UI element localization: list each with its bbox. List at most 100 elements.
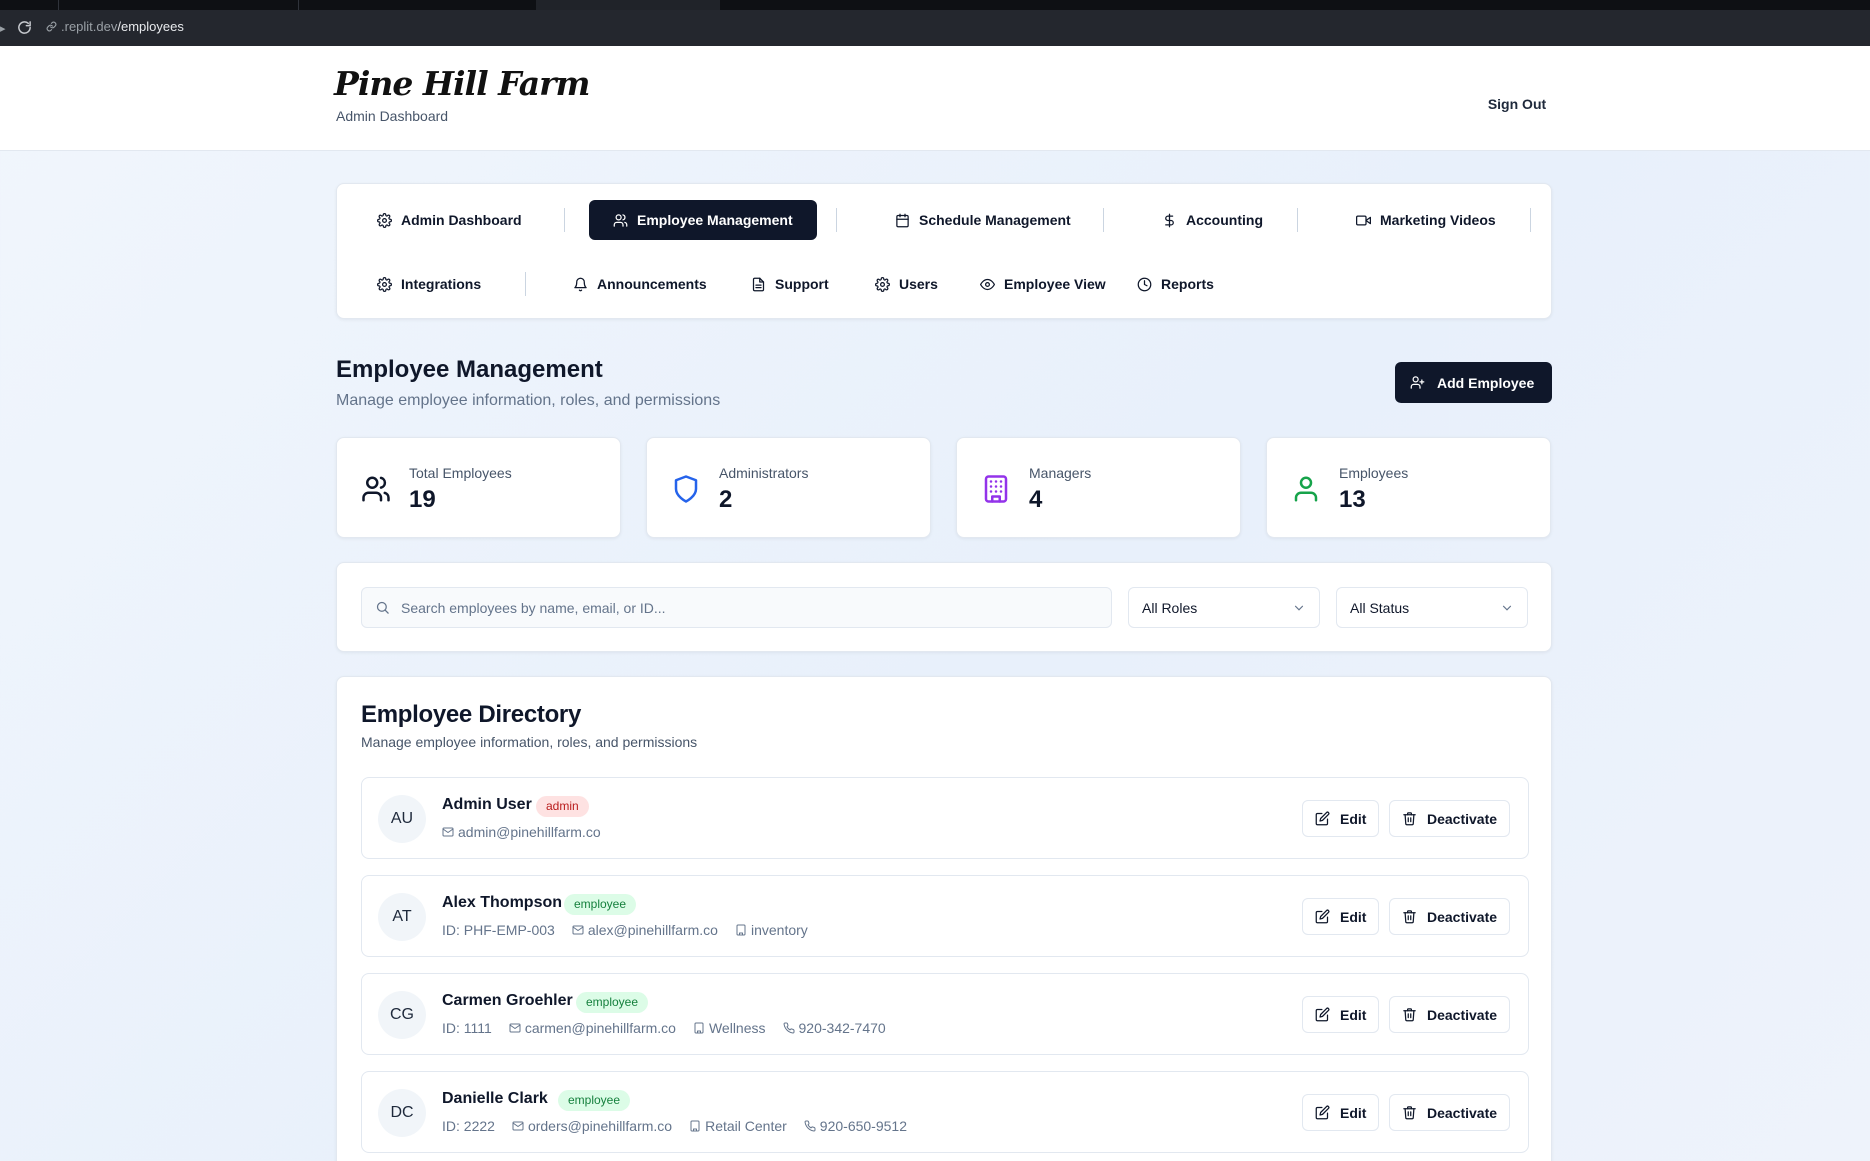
app-header: Pine Hill Farm Admin Dashboard Sign Out [0, 46, 1870, 151]
browser-address-bar: ▸ .replit.dev/employees [0, 10, 1870, 46]
edit-button[interactable]: Edit [1302, 898, 1380, 935]
avatar: AT [378, 893, 426, 941]
nav-accounting[interactable]: Accounting [1149, 200, 1276, 240]
main-navigation: Admin Dashboard Employee Management Sche… [336, 183, 1552, 319]
tab-separator [298, 0, 299, 10]
nav-label: Users [899, 276, 938, 292]
nav-label: Integrations [401, 276, 482, 292]
deactivate-button[interactable]: Deactivate [1389, 898, 1511, 935]
nav-admin-dashboard[interactable]: Admin Dashboard [364, 200, 535, 240]
deactivate-label: Deactivate [1427, 1104, 1498, 1121]
stat-value: 13 [1339, 486, 1366, 513]
employee-name: Danielle Clark [442, 1090, 548, 1107]
status-filter-select[interactable]: All Status [1336, 587, 1528, 628]
phone-item: 920-342-7470 [783, 1020, 886, 1036]
stat-card-administrators: Administrators 2 [646, 437, 931, 538]
nav-reports[interactable]: Reports [1124, 264, 1227, 304]
mail-icon [442, 826, 454, 838]
employee-id: ID: 2222 [442, 1118, 495, 1134]
nav-divider [1103, 208, 1104, 232]
deactivate-button[interactable]: Deactivate [1389, 996, 1511, 1033]
deactivate-label: Deactivate [1427, 1006, 1498, 1023]
email-item: carmen@pinehillfarm.co [509, 1020, 676, 1036]
building-icon [981, 474, 1011, 504]
employee-email: carmen@pinehillfarm.co [524, 1020, 676, 1036]
stat-value: 2 [719, 486, 733, 513]
phone-item: 920-650-9512 [804, 1118, 907, 1134]
edit-label: Edit [1340, 908, 1367, 925]
edit-button[interactable]: Edit [1302, 996, 1380, 1033]
employee-department: Retail Center [705, 1118, 787, 1134]
nav-divider [564, 208, 565, 232]
dollar-icon [1162, 213, 1177, 228]
nav-employee-view[interactable]: Employee View [967, 264, 1119, 304]
stat-card-managers: Managers 4 [956, 437, 1241, 538]
nav-support[interactable]: Support [738, 264, 842, 304]
add-employee-button[interactable]: Add Employee [1395, 362, 1552, 403]
nav-integrations[interactable]: Integrations [364, 264, 494, 304]
employee-email: orders@pinehillfarm.co [527, 1118, 673, 1134]
employee-email: alex@pinehillfarm.co [587, 922, 718, 938]
nav-employee-management[interactable]: Employee Management [589, 200, 817, 240]
nav-divider [1297, 208, 1298, 232]
employee-name: Carmen Groehler [442, 992, 573, 1009]
employee-department: Wellness [708, 1020, 766, 1036]
department-item: inventory [735, 922, 808, 938]
deactivate-button[interactable]: Deactivate [1389, 800, 1511, 837]
role-filter-select[interactable]: All Roles [1128, 587, 1320, 628]
document-icon [751, 277, 766, 292]
search-input[interactable] [401, 599, 1081, 616]
search-box [361, 587, 1112, 628]
clock-icon [1137, 277, 1152, 292]
chevron-down-icon [1500, 601, 1514, 615]
tab-separator [58, 0, 59, 10]
building-icon [693, 1022, 705, 1034]
brand-logo[interactable]: Pine Hill Farm [334, 64, 590, 103]
gear-icon [377, 212, 392, 228]
url-field[interactable]: .replit.dev/employees [46, 19, 184, 34]
stat-label: Total Employees [409, 465, 512, 481]
role-badge: employee [558, 1090, 631, 1111]
deactivate-button[interactable]: Deactivate [1389, 1094, 1511, 1131]
employee-row: CG Carmen Groehler employee ID: 1111 car… [361, 973, 1529, 1055]
employee-meta: ID: 1111 carmen@pinehillfarm.co Wellness… [442, 1020, 886, 1036]
employee-phone: 920-342-7470 [798, 1020, 886, 1036]
employee-row: DC Danielle Clark employee ID: 2222 orde… [361, 1071, 1529, 1153]
link-icon [46, 21, 57, 32]
nav-schedule-management[interactable]: Schedule Management [882, 200, 1084, 240]
nav-announcements[interactable]: Announcements [560, 264, 720, 304]
nav-label: Announcements [597, 276, 707, 292]
employee-name: Admin User [442, 796, 532, 813]
calendar-icon [895, 213, 910, 228]
forward-icon[interactable]: ▸ [0, 22, 6, 35]
employee-id: ID: PHF-EMP-003 [442, 922, 555, 938]
video-icon [1356, 213, 1371, 228]
nav-users[interactable]: Users [862, 264, 951, 304]
add-employee-label: Add Employee [1437, 374, 1535, 391]
bell-icon [573, 277, 588, 292]
edit-label: Edit [1340, 1006, 1367, 1023]
directory-subtitle: Manage employee information, roles, and … [361, 734, 698, 750]
trash-icon [1402, 1007, 1417, 1022]
edit-icon [1315, 1007, 1330, 1022]
building-icon [689, 1120, 701, 1132]
nav-divider [836, 208, 837, 232]
role-badge: employee [564, 894, 637, 915]
edit-button[interactable]: Edit [1302, 800, 1380, 837]
nav-marketing-videos[interactable]: Marketing Videos [1343, 200, 1509, 240]
browser-tab-active[interactable] [536, 0, 720, 10]
email-item: alex@pinehillfarm.co [572, 922, 718, 938]
nav-label: Employee View [1004, 276, 1106, 292]
sign-out-button[interactable]: Sign Out [1466, 88, 1568, 120]
role-filter-value: All Roles [1142, 599, 1198, 616]
employee-phone: 920-650-9512 [819, 1118, 907, 1134]
url-path: /employees [117, 19, 184, 34]
nav-label: Admin Dashboard [401, 212, 522, 228]
brand-subtitle: Admin Dashboard [336, 108, 449, 124]
edit-button[interactable]: Edit [1302, 1094, 1380, 1131]
avatar: CG [378, 991, 426, 1039]
page-title: Employee Management [336, 356, 603, 383]
nav-label: Accounting [1186, 212, 1263, 228]
page-subtitle: Manage employee information, roles, and … [336, 392, 721, 409]
reload-icon[interactable] [17, 20, 32, 35]
